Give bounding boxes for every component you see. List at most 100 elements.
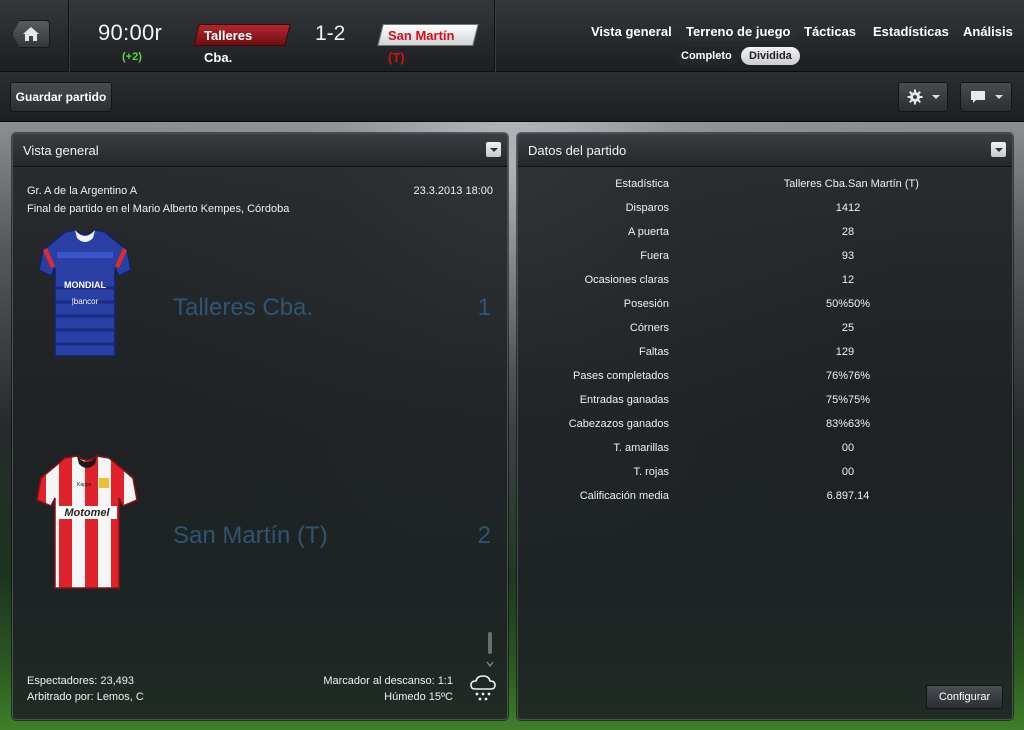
stat-away-value: 0 (848, 466, 855, 478)
stat-label: Calificación media (579, 490, 669, 502)
stat-away-value: 9 (848, 346, 855, 358)
match-clock: 90:00r (98, 20, 163, 45)
chevron-down-icon (994, 147, 1003, 152)
stat-label: Ocasiones claras (584, 274, 669, 286)
svg-text:MONDIAL: MONDIAL (64, 280, 106, 290)
stats-row: Calificación media 6.89 7.14 (518, 490, 1012, 514)
tab-terreno-de-juego[interactable]: Terreno de juego (679, 22, 798, 41)
stats-row: Córners 2 5 (518, 322, 1012, 346)
stat-away-value: 0 (848, 442, 855, 454)
referee-label: Arbitrado por: Lemos, C (27, 691, 144, 703)
home-team-name: Talleres Cba. (173, 294, 314, 321)
stats-row: Entradas ganadas 75% 75% (518, 394, 1012, 418)
competition-label: Gr. A de la Argentino A (27, 185, 138, 197)
stats-header-label: Estadística (615, 178, 669, 190)
svg-text:Kappa: Kappa (77, 482, 92, 488)
stat-home-value: 83% (825, 418, 848, 430)
match-datetime: 23.3.2013 18:00 (413, 185, 493, 197)
stat-away-value: 76% (848, 370, 871, 382)
settings-button[interactable] (898, 82, 948, 112)
svg-text:Motomel: Motomel (64, 507, 110, 519)
stats-row: Faltas 12 9 (518, 346, 1012, 370)
match-header: 90:00r (+2) Talleres Cba. 1-2 San Martín… (0, 0, 1024, 72)
tab-tacticas[interactable]: Tácticas (804, 24, 856, 39)
stat-away-value: 50% (848, 298, 871, 310)
stat-home-value: 50% (825, 298, 848, 310)
save-match-button[interactable]: Guardar partido (10, 82, 112, 112)
chevron-down-icon (931, 95, 940, 99)
scroll-indicator[interactable] (486, 632, 494, 670)
away-team-score: 2 (477, 522, 491, 549)
stat-away-value: 8 (848, 226, 855, 238)
away-team-name: San Martín (T) (173, 522, 328, 549)
halftime-score-label: Marcador al descanso: 1:1 (323, 675, 453, 687)
stat-home-value: 6.89 (826, 490, 848, 502)
stat-label: Disparos (625, 202, 669, 214)
home-icon (23, 27, 39, 41)
tab-estadisticas[interactable]: Estadísticas (873, 24, 949, 39)
home-kit-image: MONDIAL |bancor (38, 229, 132, 357)
stat-label: T. rojas (633, 466, 669, 478)
match-score: 1-2 (315, 22, 346, 45)
subtab-dividida[interactable]: Dividida (741, 47, 800, 65)
stat-away-value: 63% (848, 418, 871, 430)
added-time: (+2) (122, 51, 142, 63)
stats-row: Fuera 9 3 (518, 250, 1012, 274)
chevron-down-icon (489, 147, 498, 152)
stats-row: A puerta 2 8 (518, 226, 1012, 250)
match-stats-panel-header: Datos del partido (518, 134, 1012, 167)
away-team-tag[interactable]: San Martín (T) (377, 24, 479, 65)
stat-label: Entradas ganadas (579, 394, 669, 406)
home-team-tag[interactable]: Talleres Cba. (193, 24, 291, 65)
stat-label: Pases completados (573, 370, 669, 382)
stat-label: Córners (629, 322, 669, 334)
stat-home-value: 76% (825, 370, 848, 382)
svg-text:|bancor: |bancor (72, 297, 99, 306)
match-stats-panel-menu-button[interactable] (991, 142, 1006, 157)
venue-label: Final de partido en el Mario Alberto Kem… (27, 203, 290, 215)
rain-cloud-icon (470, 675, 496, 701)
match-stats-panel-title: Datos del partido (528, 143, 627, 158)
stat-label: A puerta (628, 226, 669, 238)
stat-label: Faltas (639, 346, 669, 358)
stat-label: Fuera (640, 250, 669, 262)
speech-bubble-icon (970, 91, 985, 103)
stat-home-value: 75% (825, 394, 848, 406)
chevron-down-icon (994, 95, 1003, 99)
stats-header-row: Estadística Talleres Cba. San Martín (T) (518, 178, 1012, 202)
away-kit-image: Motomel Kappa (36, 455, 138, 589)
stats-row: Pases completados 76% 76% (518, 370, 1012, 394)
gear-icon (907, 89, 922, 105)
overview-panel-title: Vista general (23, 143, 99, 158)
weather-label: Húmedo 15ºC (384, 691, 453, 703)
spectators-label: Espectadores: 23,493 (27, 675, 135, 687)
stats-row: Disparos 14 12 (518, 202, 1012, 226)
home-team-score: 1 (477, 294, 491, 321)
chat-button[interactable] (960, 82, 1012, 112)
stats-header-away: San Martín (T) (848, 178, 919, 190)
stat-away-value: 7.14 (848, 490, 870, 502)
stat-away-value: 12 (848, 202, 861, 214)
tab-analisis[interactable]: Análisis (963, 24, 1013, 39)
stat-home-value: 14 (835, 202, 848, 214)
stat-label: Cabezazos ganados (568, 418, 669, 430)
stat-away-value: 3 (848, 250, 855, 262)
stats-row: T. rojas 0 0 (518, 466, 1012, 490)
overview-panel-menu-button[interactable] (486, 142, 501, 157)
tab-vista-general[interactable]: Vista general (591, 24, 672, 39)
toolbar: Guardar partido (0, 72, 1024, 122)
stats-row: Cabezazos ganados 83% 63% (518, 418, 1012, 442)
configure-button[interactable]: Configurar (926, 685, 1003, 709)
overview-panel-header: Vista general (13, 134, 507, 167)
overview-panel: Vista general Gr. A de la Argentino A 23… (12, 133, 508, 720)
stat-label: T. amarillas (613, 442, 669, 454)
stats-row: Posesión 50% 50% (518, 298, 1012, 322)
stat-away-value: 75% (848, 394, 871, 406)
match-stats-panel: Datos del partido Estadística Talleres C… (517, 133, 1013, 720)
stats-row: T. amarillas 0 0 (518, 442, 1012, 466)
stats-row: Ocasiones claras 1 2 (518, 274, 1012, 298)
stats-header-home: Talleres Cba. (783, 178, 848, 190)
stat-home-value: 12 (835, 346, 848, 358)
home-button[interactable] (12, 20, 50, 48)
subtab-completo[interactable]: Completo (673, 47, 740, 65)
